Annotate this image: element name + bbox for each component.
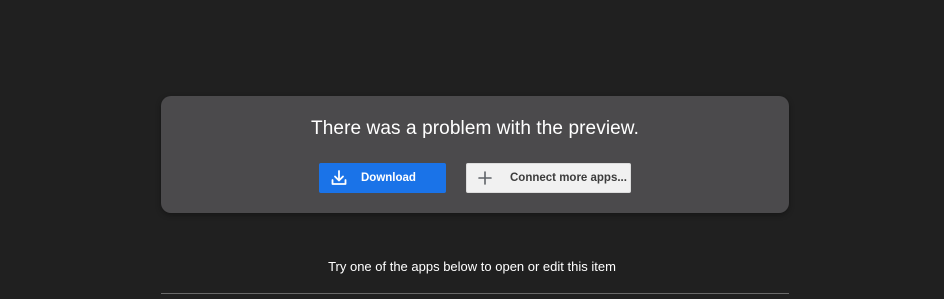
- preview-error-card: There was a problem with the preview. Do…: [161, 96, 789, 213]
- download-button-label: Download: [361, 172, 416, 184]
- download-button[interactable]: Download: [319, 163, 446, 193]
- apps-hint-text: Try one of the apps below to open or edi…: [328, 259, 616, 274]
- connect-more-apps-label: Connect more apps...: [510, 172, 627, 184]
- download-icon: [330, 169, 348, 187]
- preview-viewer: There was a problem with the preview. Do…: [0, 0, 944, 299]
- plus-icon: [478, 171, 492, 185]
- connect-more-apps-button[interactable]: Connect more apps...: [466, 163, 631, 193]
- error-title: There was a problem with the preview.: [311, 118, 639, 139]
- apps-divider: [161, 293, 789, 294]
